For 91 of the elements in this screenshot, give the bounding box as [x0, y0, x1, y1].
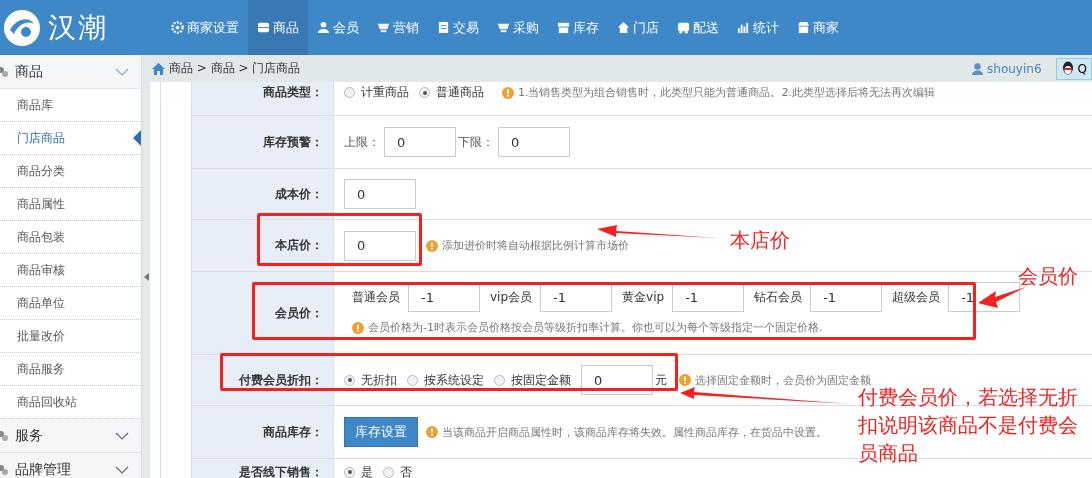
chevron-icon: [115, 67, 129, 76]
radio-option[interactable]: 按固定金额: [494, 371, 571, 389]
warning-icon: [426, 239, 438, 252]
bar-chart-icon: [737, 21, 750, 34]
input-field[interactable]: 0: [498, 127, 570, 157]
annotation-arrow: [978, 287, 1026, 308]
cup-icon: [377, 21, 390, 34]
collapse-handle[interactable]: [142, 55, 150, 478]
nav-item[interactable]: 采购: [488, 0, 548, 55]
radio-option[interactable]: 是: [344, 463, 373, 478]
radio-option[interactable]: 按系统设定: [407, 371, 484, 389]
sidebar-group[interactable]: 商品: [0, 55, 141, 89]
hint-text: 选择固定金额时，会员价为固定金额: [695, 372, 871, 388]
radio-option[interactable]: 计重商品: [344, 84, 409, 101]
sidebar-item[interactable]: 批量改价: [0, 320, 141, 353]
input-label: 上限：: [344, 133, 380, 151]
field-label: 成本价：: [275, 185, 323, 203]
field-label: 付费会员折扣：: [239, 371, 323, 389]
hint-text: 当该商品开启商品属性时，该商品库存将失效。属性商品库存，在货品中设置。: [442, 424, 827, 440]
nav-item[interactable]: 商品: [248, 0, 308, 55]
input-label: vip会员: [490, 288, 533, 306]
chevron-icon: [115, 431, 129, 440]
nav-item[interactable]: 统计: [728, 0, 788, 55]
breadcrumb: 商品 > 商品 > 门店商品: [169, 60, 301, 77]
sidebar-item[interactable]: 商品分类: [0, 155, 141, 188]
annotation-text: 付费会员价，若选择无折扣说明该商品不是付费会员商品: [858, 385, 1079, 467]
nav-item[interactable]: 交易: [428, 0, 488, 55]
store-icon: [557, 21, 570, 34]
field-label: 库存预警：: [263, 133, 323, 151]
hint-text: 会员价格为-1时表示会员价格按会员等级折扣率计算。你也可以为每个等级指定一个固定价格.: [368, 320, 823, 335]
field-label: 商品库存：: [263, 423, 323, 441]
nav-item[interactable]: 营销: [368, 0, 428, 55]
stock-settings-button[interactable]: 库存设置: [344, 417, 418, 447]
input-label: 元: [655, 371, 667, 389]
user-icon: [317, 21, 330, 34]
field-label: 会员价：: [275, 304, 323, 322]
radio-option[interactable]: 否: [383, 463, 412, 478]
input-field[interactable]: 0: [344, 230, 416, 261]
home-icon: [152, 62, 165, 75]
group-icon: [0, 65, 9, 78]
warning-icon: [352, 321, 364, 334]
qq-button[interactable]: Q: [1055, 57, 1092, 80]
sidebar-item[interactable]: 门店商品: [0, 122, 141, 155]
box-icon: [257, 21, 270, 34]
annotation-text: 本店价: [730, 227, 791, 254]
warning-icon: [679, 374, 691, 386]
field-label: 商品类型：: [263, 84, 323, 101]
username: shouyin6: [987, 61, 1042, 76]
warning-icon: [426, 426, 438, 438]
input-field[interactable]: 0: [581, 365, 653, 395]
radio-option[interactable]: 无折扣: [344, 371, 397, 389]
group-icon: [0, 429, 9, 442]
input-label: 普通会员: [352, 288, 400, 306]
logo-text: 汉潮: [48, 9, 108, 46]
field-label: 本店价：: [275, 237, 323, 254]
input-label: 黄金vip: [622, 288, 665, 306]
input-label: 超级会员: [892, 288, 941, 306]
annotation-text: 会员价: [1018, 263, 1079, 290]
field-label: 是否线下销售：: [239, 463, 323, 478]
hint-text: 1.当销售类型为组合销售时，此类型只能为普通商品。2.此类型选择后将无法再次编辑: [518, 85, 935, 100]
input-label: 下限：: [458, 133, 494, 151]
sidebar-item[interactable]: 商品库: [0, 89, 141, 122]
radio-option[interactable]: 普通商品: [419, 84, 484, 101]
sidebar-group[interactable]: 服务: [0, 419, 141, 453]
sidebar-item[interactable]: 商品服务: [0, 353, 141, 386]
input-field[interactable]: 0: [384, 127, 456, 157]
nav-item[interactable]: 配送: [668, 0, 728, 55]
nav-item[interactable]: 门店: [608, 0, 668, 55]
nav-item[interactable]: 商家设置: [162, 0, 248, 55]
sidebar-item[interactable]: 商品单位: [0, 287, 141, 320]
nav-item[interactable]: 库存: [548, 0, 608, 55]
input-label: 钻石会员: [754, 288, 803, 306]
warning-icon: [502, 86, 514, 99]
user-icon: [972, 62, 984, 75]
chevron-icon: [115, 465, 129, 474]
nav-item[interactable]: 会员: [308, 0, 368, 55]
cup-icon: [497, 21, 510, 34]
sidebar-group[interactable]: 品牌管理: [0, 453, 141, 478]
document-icon: [437, 21, 450, 34]
sidebar-item[interactable]: 商品属性: [0, 188, 141, 221]
group-icon: [0, 463, 9, 476]
hint-text: 添加进价时将自动根据比例计算市场价: [442, 238, 629, 253]
sidebar-item[interactable]: 商品包装: [0, 221, 141, 254]
truck-icon: [677, 21, 690, 34]
nav-item[interactable]: 商家: [788, 0, 848, 55]
shop-icon: [797, 21, 810, 34]
penguin-icon: [1060, 61, 1075, 76]
home-icon: [617, 21, 630, 34]
input-field[interactable]: 0: [344, 179, 416, 209]
gear-icon: [171, 21, 184, 34]
sidebar-item[interactable]: 商品审核: [0, 254, 141, 287]
